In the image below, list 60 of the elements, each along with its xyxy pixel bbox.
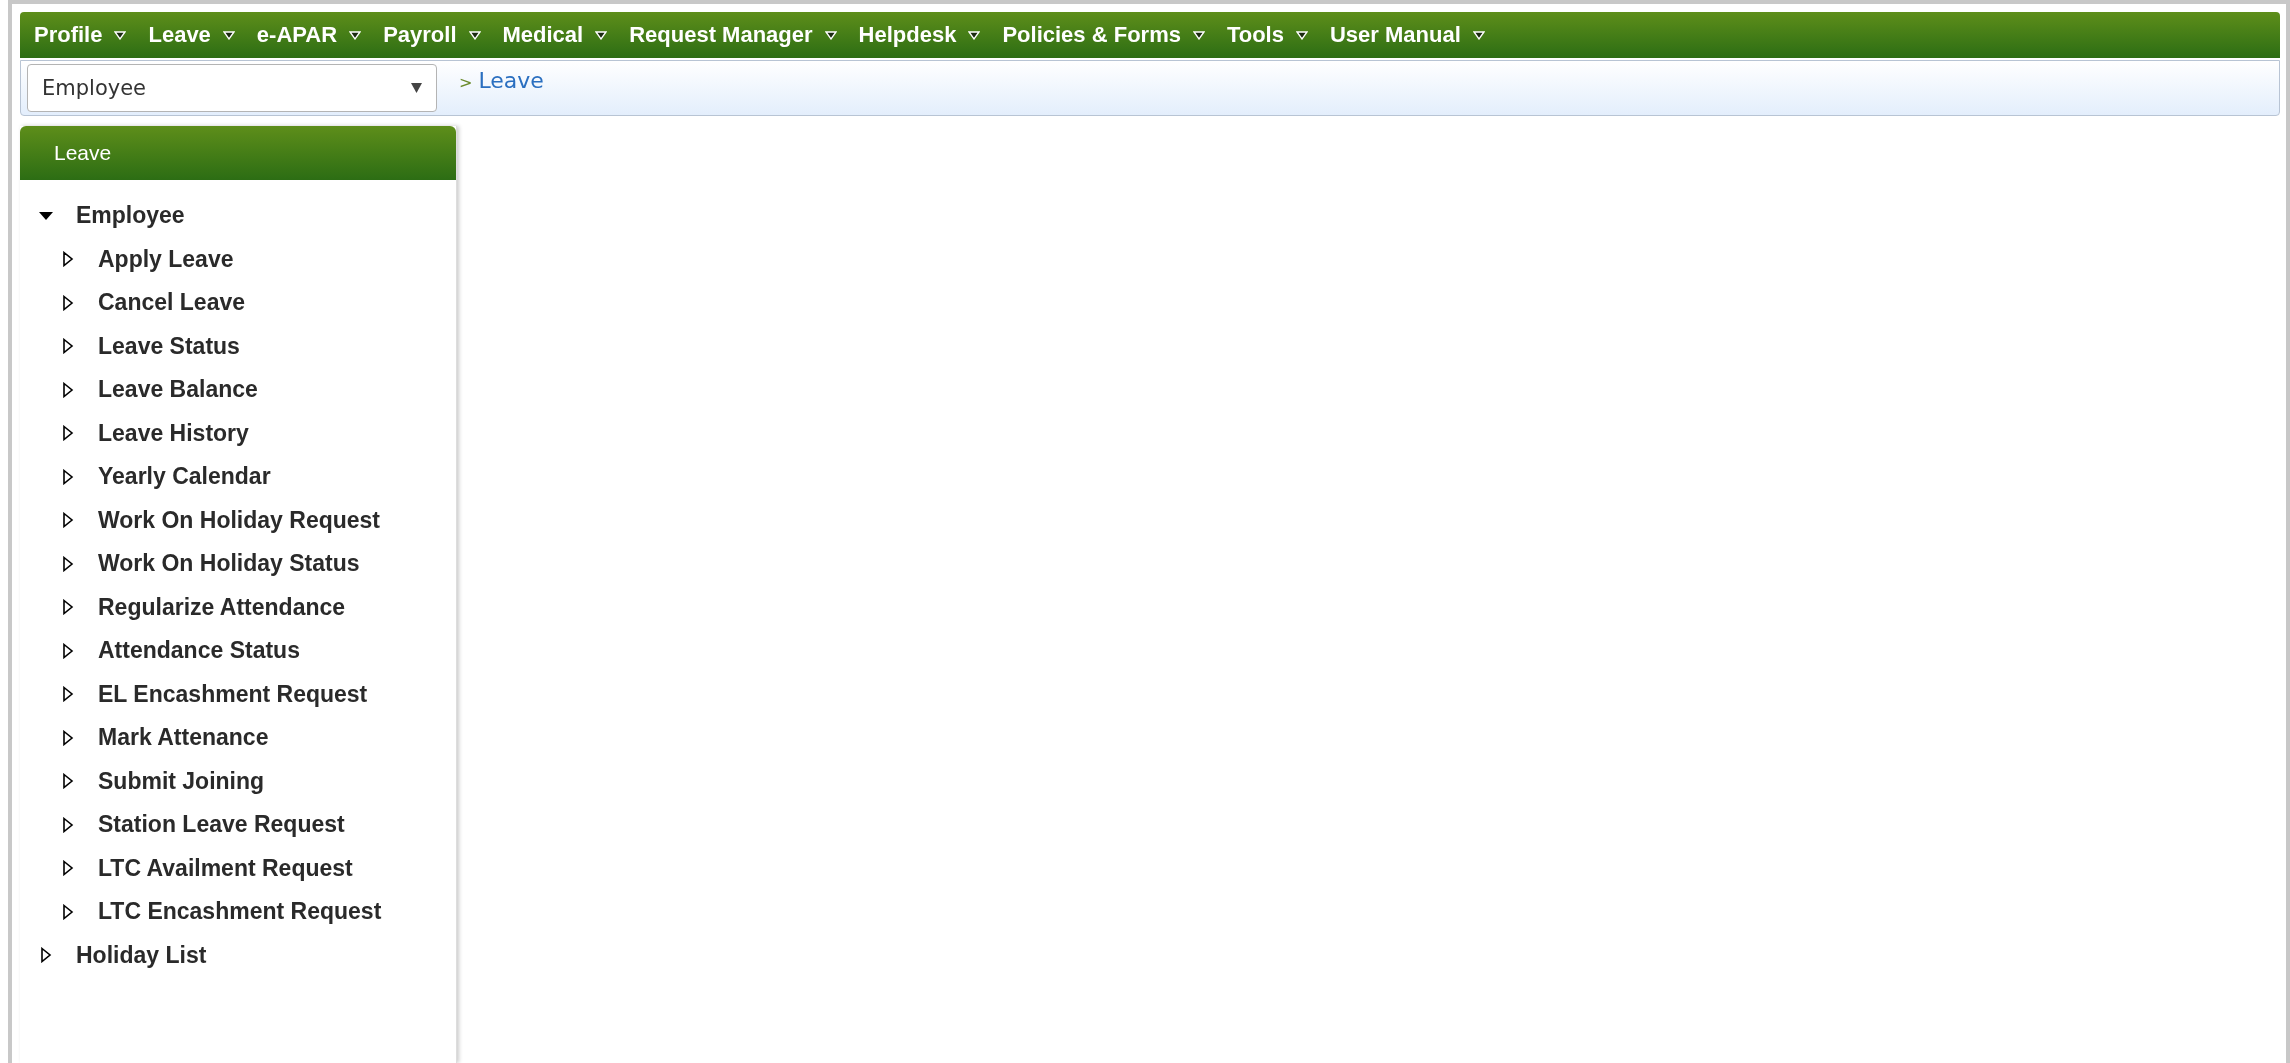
menu-item[interactable]: Payroll [383,22,457,48]
breadcrumb-separator: > [459,73,473,92]
tree-item[interactable]: LTC Encashment Request [98,898,382,926]
tree-item[interactable]: Cancel Leave [98,289,246,317]
collapsed-triangle-icon[interactable] [38,947,54,964]
collapsed-triangle-icon[interactable] [60,512,76,529]
collapsed-triangle-icon[interactable] [60,816,76,833]
tree-item[interactable]: Submit Joining [98,767,265,795]
caret-icon[interactable] [468,30,481,40]
tree-item[interactable]: Mark Attenance [98,724,269,752]
collapsed-triangle-icon[interactable] [60,729,76,746]
menu-item[interactable]: Profile [34,22,103,48]
collapsed-triangle-icon[interactable] [60,599,76,616]
collapsed-triangle-icon[interactable] [60,381,76,398]
menu-item[interactable]: User Manual [1329,22,1461,48]
menu-item[interactable]: Request Manager [629,22,813,48]
collapsed-triangle-icon[interactable] [60,686,76,703]
collapsed-triangle-icon[interactable] [60,555,76,572]
menu-item[interactable]: Policies & Forms [1002,22,1181,48]
collapsed-triangle-icon[interactable] [60,468,76,485]
caret-icon[interactable] [222,30,235,40]
collapsed-triangle-icon[interactable] [60,903,76,920]
caret-icon[interactable] [968,30,981,40]
collapsed-triangle-icon[interactable] [60,294,76,311]
caret-icon[interactable] [114,30,127,40]
collapsed-triangle-icon[interactable] [60,773,76,790]
caret-icon[interactable] [824,30,837,40]
tree-item[interactable]: Work On Holiday Status [98,550,360,578]
menu-item[interactable]: Tools [1226,22,1284,48]
tree-item[interactable]: Yearly Calendar [98,463,271,491]
collapsed-triangle-icon[interactable] [60,338,76,355]
collapsed-triangle-icon[interactable] [60,860,76,877]
tree-item[interactable]: Leave History [98,419,249,447]
tree-item[interactable]: Station Leave Request [98,811,345,839]
dropdown-arrow-icon[interactable] [411,83,422,93]
caret-icon[interactable] [1192,30,1205,40]
caret-icon[interactable] [349,30,362,40]
caret-icon[interactable] [1472,30,1485,40]
collapsed-triangle-icon[interactable] [60,425,76,442]
menu-item[interactable]: Medical [502,22,584,48]
tree-item[interactable]: EL Encashment Request [98,680,368,708]
tree-item[interactable]: Holiday List [76,941,207,969]
menu-item[interactable]: e-APAR [256,22,338,48]
tree-item[interactable]: Regularize Attendance [98,593,346,621]
caret-icon[interactable] [595,30,608,40]
tree-item[interactable]: LTC Availment Request [98,854,353,882]
tree-item[interactable]: Work On Holiday Request [98,506,380,534]
caret-icon[interactable] [1295,30,1308,40]
tree-item[interactable]: Employee [76,202,185,230]
tree-item[interactable]: Leave Balance [98,376,258,404]
collapsed-triangle-icon[interactable] [60,251,76,268]
breadcrumb-link[interactable]: Leave [478,68,544,93]
sidebar-title: Leave [54,141,112,165]
menu-item[interactable]: Leave [148,22,211,48]
tree-item[interactable]: Attendance Status [98,637,300,665]
tree-item[interactable]: Leave Status [98,332,240,360]
role-dropdown[interactable]: Employee [27,64,437,112]
collapsed-triangle-icon[interactable] [60,642,76,659]
tree-item[interactable]: Apply Leave [98,245,234,273]
menu-item[interactable]: Helpdesk [858,22,957,48]
